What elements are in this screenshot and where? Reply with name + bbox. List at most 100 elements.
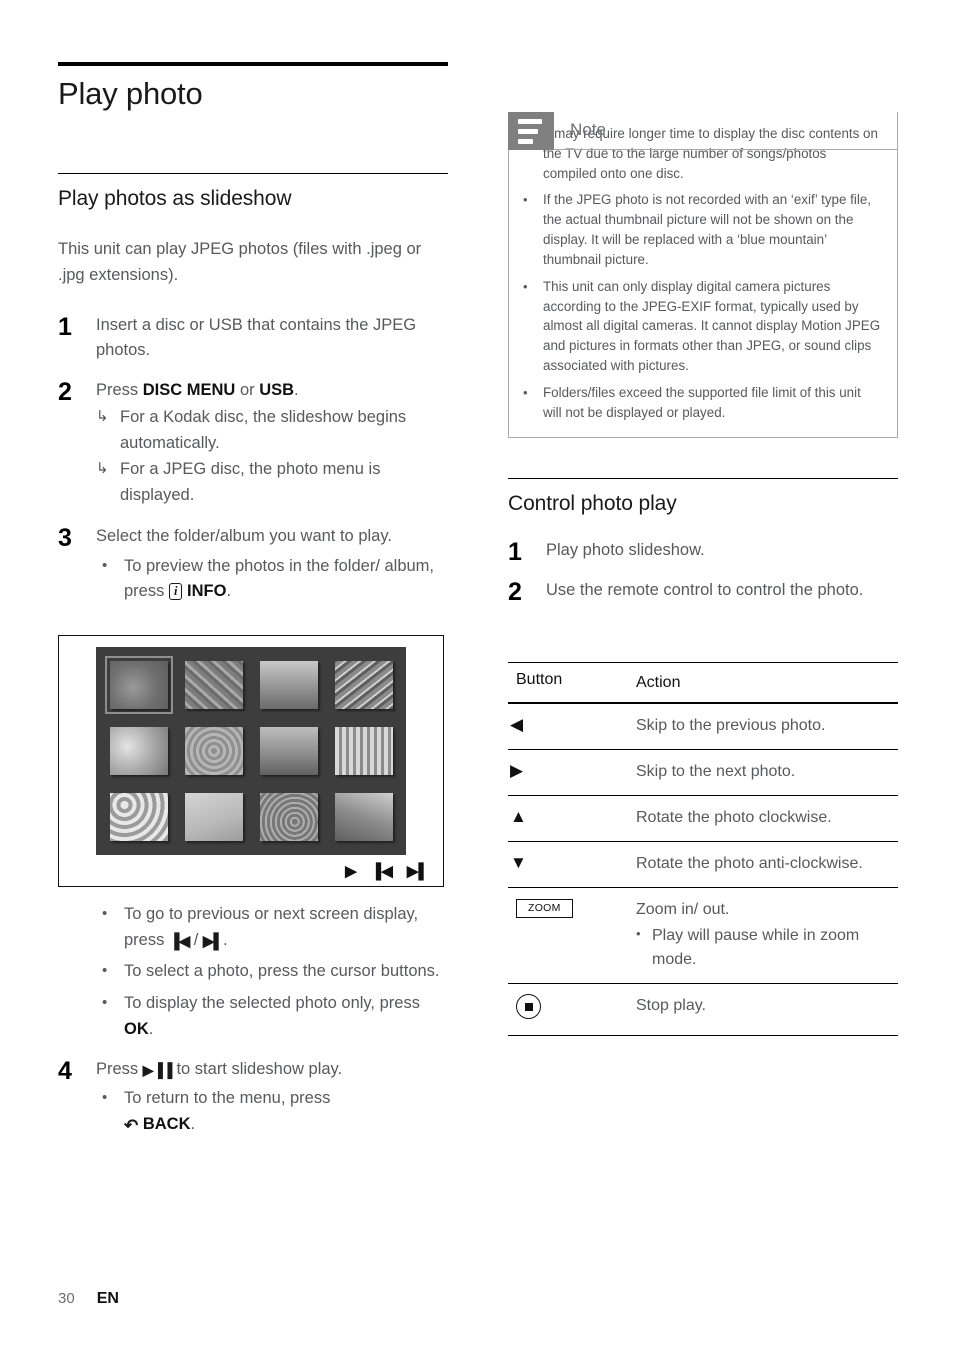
previous-track-icon: ▐◀ bbox=[370, 863, 393, 880]
step3-bullet-1: • To preview the photos in the folder/ a… bbox=[96, 554, 448, 605]
step4-post: to start slideshow play. bbox=[171, 1059, 343, 1078]
ok-key: OK bbox=[124, 1019, 149, 1038]
intro-paragraph: This unit can play JPEG photos (files wi… bbox=[58, 240, 422, 285]
stop-button-cell bbox=[508, 994, 636, 1024]
thumbnail-cell[interactable] bbox=[252, 653, 325, 717]
thumbnail[interactable] bbox=[334, 727, 393, 775]
thumbnail-cell[interactable] bbox=[252, 719, 325, 783]
page-number: 30 bbox=[58, 1290, 75, 1307]
column-header-button: Button bbox=[516, 671, 563, 688]
section-heading-control: Control photo play bbox=[508, 492, 677, 515]
post-image-bullets: • To go to previous or next screen displ… bbox=[58, 900, 448, 1043]
note-item: • If the JPEG photo is not recorded with… bbox=[523, 190, 883, 269]
section-heading-slideshow: Play photos as slideshow bbox=[58, 187, 292, 211]
table-row: ▼ Rotate the photo anti-clockwise. bbox=[508, 842, 898, 888]
arrow-icon: ↳ bbox=[96, 460, 109, 478]
action-text: Skip to the previous photo. bbox=[636, 717, 826, 734]
title-rule-top bbox=[58, 62, 448, 66]
page-footer: 30 EN bbox=[58, 1290, 119, 1308]
thumbnail-cell[interactable] bbox=[177, 719, 250, 783]
previous-track-icon: ▐◀ bbox=[168, 932, 190, 950]
table-row: Stop play. bbox=[508, 984, 898, 1036]
column-header-action: Action bbox=[636, 674, 681, 691]
bullet-icon: • bbox=[102, 556, 108, 574]
result-text: For a Kodak disc, the slideshow begins a… bbox=[120, 407, 407, 452]
thumbnail-cell[interactable] bbox=[177, 653, 250, 717]
step-4: 4 Press ▶▐▐ to start slideshow play. • T… bbox=[58, 1057, 448, 1140]
action-subitem: • Play will pause while in zoom mode. bbox=[636, 924, 898, 972]
thumbnail[interactable] bbox=[334, 793, 393, 841]
step2-result-1: ↳ For a Kodak disc, the slideshow begins… bbox=[96, 405, 448, 456]
bullet-text: To return to the menu, press ↶ BACK. bbox=[124, 1086, 448, 1139]
thumbnail-grid bbox=[96, 647, 406, 855]
note-item: • This unit can only display digital cam… bbox=[523, 277, 883, 376]
thumbnail[interactable] bbox=[184, 661, 243, 709]
step-1: 1 Insert a disc or USB that contains the… bbox=[58, 313, 448, 364]
step4-pre: Press bbox=[96, 1059, 143, 1078]
info-icon: i bbox=[168, 583, 183, 601]
thumbnail-cell[interactable] bbox=[102, 785, 175, 849]
bullet-icon: • bbox=[523, 192, 528, 208]
button-action-table: Button Action ◀ Skip to the previous pho… bbox=[508, 662, 898, 1036]
page-language: EN bbox=[96, 1290, 119, 1307]
left-arrow-icon: ◀ bbox=[510, 715, 524, 734]
thumbnail-cell[interactable] bbox=[102, 719, 175, 783]
thumbnail-cell[interactable] bbox=[327, 719, 400, 783]
bullet-icon: • bbox=[102, 962, 108, 980]
step-number: 2 bbox=[58, 378, 72, 407]
action-text: Rotate the photo clockwise. bbox=[636, 809, 832, 826]
note-box: Note • It may require longer time to dis… bbox=[508, 112, 898, 438]
thumbnail[interactable] bbox=[259, 661, 318, 709]
thumbnail-cell[interactable] bbox=[177, 785, 250, 849]
down-arrow-icon: ▼ bbox=[510, 853, 527, 872]
thumbnail-cell[interactable] bbox=[252, 785, 325, 849]
step2-mid: or bbox=[235, 381, 260, 400]
note-lines-icon bbox=[508, 112, 554, 150]
step-3: 3 Select the folder/album you want to pl… bbox=[58, 524, 448, 605]
thumbnail[interactable] bbox=[184, 727, 243, 775]
thumbnail-cell[interactable] bbox=[327, 653, 400, 717]
action-text: Skip to the next photo. bbox=[636, 763, 796, 780]
back-arrow-icon: ↶ bbox=[124, 1116, 139, 1136]
table-header-row: Button Action bbox=[508, 662, 898, 704]
thumbnail[interactable] bbox=[109, 727, 168, 775]
tv-screen-area bbox=[96, 647, 406, 855]
photo-browser-screenshot: ▶ ▐◀ ▶▌ bbox=[58, 635, 444, 887]
note-item-text: If the JPEG photo is not recorded with a… bbox=[543, 192, 871, 267]
thumbnail-cell[interactable] bbox=[102, 653, 175, 717]
action-subitem-text: Play will pause while in zoom mode. bbox=[652, 927, 860, 968]
result-text: For a JPEG disc, the photo menu is displ… bbox=[120, 460, 381, 505]
step-number: 3 bbox=[58, 523, 72, 552]
play-pause-icon: ▶▐▐ bbox=[142, 1061, 173, 1078]
thumbnail[interactable] bbox=[184, 793, 243, 841]
step3-text: Select the folder/album you want to play… bbox=[96, 526, 392, 545]
page-title: Play photo bbox=[58, 76, 203, 111]
section-rule bbox=[58, 173, 448, 175]
next-track-icon: ▶▌ bbox=[202, 932, 224, 950]
zoom-button-icon: ZOOM bbox=[516, 899, 573, 918]
stop-icon bbox=[516, 994, 541, 1019]
action-text: Zoom in/ out. bbox=[636, 901, 730, 918]
bullet-prev-next-screen: • To go to previous or next screen displ… bbox=[96, 902, 448, 953]
step-text: Insert a disc or USB that contains the J… bbox=[96, 315, 417, 360]
thumbnail[interactable] bbox=[259, 727, 318, 775]
back-key: BACK bbox=[142, 1115, 191, 1134]
bullet-text: To go to previous or next screen display… bbox=[124, 902, 448, 953]
bullet-text: To preview the photos in the folder/ alb… bbox=[124, 554, 448, 605]
bullet-text: To display the selected photo only, pres… bbox=[124, 991, 448, 1042]
disc-menu-key: DISC MENU bbox=[142, 381, 236, 400]
thumbnail-cell[interactable] bbox=[327, 785, 400, 849]
thumbnail[interactable] bbox=[334, 661, 393, 709]
step2-post: . bbox=[294, 381, 299, 400]
section-rule bbox=[508, 478, 898, 479]
info-key: INFO bbox=[187, 582, 227, 601]
bullet-post: . bbox=[223, 930, 228, 949]
thumbnail-selected[interactable] bbox=[104, 656, 173, 714]
table-row: ▲ Rotate the photo clockwise. bbox=[508, 796, 898, 842]
up-arrow-icon: ▲ bbox=[510, 807, 527, 826]
thumbnail[interactable] bbox=[109, 793, 168, 841]
step-number: 1 bbox=[508, 538, 522, 567]
thumbnail[interactable] bbox=[259, 793, 318, 841]
step-text: Use the remote control to control the ph… bbox=[546, 580, 864, 599]
left-column: Play photo Play photos as slideshow This… bbox=[58, 62, 448, 605]
